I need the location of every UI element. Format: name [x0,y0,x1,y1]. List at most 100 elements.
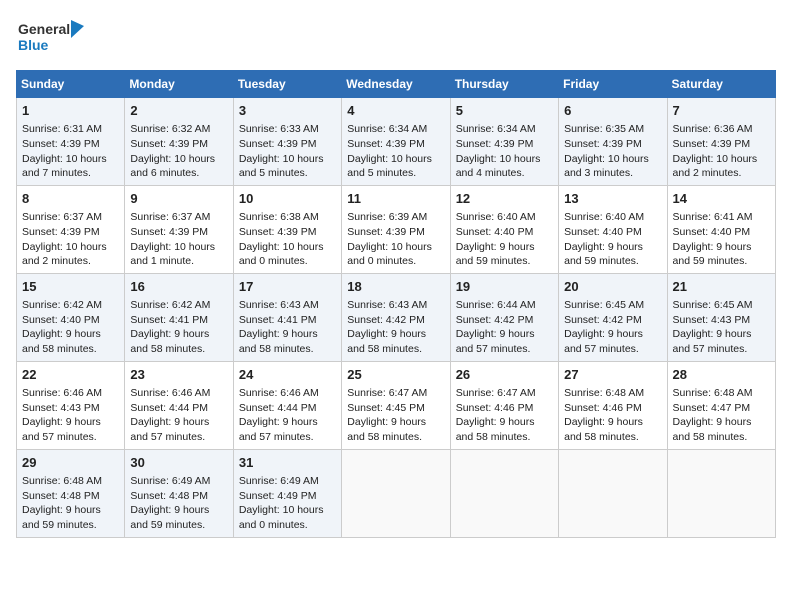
sunset-label: Sunset: 4:41 PM [239,314,317,326]
day-number: 5 [456,102,553,120]
day-number: 29 [22,454,119,472]
daylight-label: Daylight: 9 hours and 59 minutes. [564,241,643,268]
sunset-label: Sunset: 4:44 PM [239,402,317,414]
day-number: 9 [130,190,227,208]
day-number: 15 [22,278,119,296]
sunset-label: Sunset: 4:40 PM [673,226,751,238]
day-of-week-header: Thursday [450,71,558,98]
sunrise-label: Sunrise: 6:43 AM [239,299,319,311]
calendar-cell: 10Sunrise: 6:38 AMSunset: 4:39 PMDayligh… [233,185,341,273]
daylight-label: Daylight: 9 hours and 57 minutes. [239,416,318,443]
sunrise-label: Sunrise: 6:46 AM [239,387,319,399]
sunset-label: Sunset: 4:39 PM [347,226,425,238]
sunrise-label: Sunrise: 6:42 AM [130,299,210,311]
sunset-label: Sunset: 4:39 PM [564,138,642,150]
daylight-label: Daylight: 10 hours and 0 minutes. [239,241,324,268]
sunrise-label: Sunrise: 6:34 AM [347,123,427,135]
calendar-cell: 26Sunrise: 6:47 AMSunset: 4:46 PMDayligh… [450,361,558,449]
calendar-table: SundayMondayTuesdayWednesdayThursdayFrid… [16,70,776,538]
calendar-cell: 11Sunrise: 6:39 AMSunset: 4:39 PMDayligh… [342,185,450,273]
calendar-cell [342,449,450,537]
day-number: 16 [130,278,227,296]
daylight-label: Daylight: 10 hours and 5 minutes. [239,153,324,180]
day-number: 10 [239,190,336,208]
day-number: 7 [673,102,770,120]
calendar-cell: 28Sunrise: 6:48 AMSunset: 4:47 PMDayligh… [667,361,775,449]
day-number: 22 [22,366,119,384]
sunset-label: Sunset: 4:48 PM [22,490,100,502]
sunset-label: Sunset: 4:39 PM [456,138,534,150]
daylight-label: Daylight: 10 hours and 6 minutes. [130,153,215,180]
day-number: 26 [456,366,553,384]
sunrise-label: Sunrise: 6:45 AM [564,299,644,311]
daylight-label: Daylight: 9 hours and 58 minutes. [22,328,101,355]
calendar-cell: 23Sunrise: 6:46 AMSunset: 4:44 PMDayligh… [125,361,233,449]
sunset-label: Sunset: 4:39 PM [22,138,100,150]
sunrise-label: Sunrise: 6:40 AM [564,211,644,223]
daylight-label: Daylight: 10 hours and 4 minutes. [456,153,541,180]
day-number: 27 [564,366,661,384]
calendar-cell: 5 Sunrise: 6:34 AM Sunset: 4:39 PM Daylight… [450,98,558,186]
calendar-cell: 21Sunrise: 6:45 AMSunset: 4:43 PMDayligh… [667,273,775,361]
sunrise-label: Sunrise: 6:40 AM [456,211,536,223]
calendar-cell: 25Sunrise: 6:47 AMSunset: 4:45 PMDayligh… [342,361,450,449]
sunset-label: Sunset: 4:39 PM [347,138,425,150]
day-number: 21 [673,278,770,296]
calendar-cell: 12Sunrise: 6:40 AMSunset: 4:40 PMDayligh… [450,185,558,273]
day-number: 28 [673,366,770,384]
calendar-cell: 27Sunrise: 6:48 AMSunset: 4:46 PMDayligh… [559,361,667,449]
sunrise-label: Sunrise: 6:38 AM [239,211,319,223]
day-number: 24 [239,366,336,384]
daylight-label: Daylight: 10 hours and 0 minutes. [347,241,432,268]
daylight-label: Daylight: 10 hours and 3 minutes. [564,153,649,180]
calendar-cell [667,449,775,537]
daylight-label: Daylight: 9 hours and 57 minutes. [456,328,535,355]
sunset-label: Sunset: 4:49 PM [239,490,317,502]
sunset-label: Sunset: 4:47 PM [673,402,751,414]
sunrise-label: Sunrise: 6:34 AM [456,123,536,135]
calendar-cell: 30Sunrise: 6:49 AMSunset: 4:48 PMDayligh… [125,449,233,537]
day-number: 17 [239,278,336,296]
sunset-label: Sunset: 4:39 PM [239,138,317,150]
calendar-cell: 24 Sunrise: 6:46 AM Sunset: 4:44 PM Dayligh… [233,361,341,449]
sunrise-label: Sunrise: 6:45 AM [673,299,753,311]
day-of-week-header: Monday [125,71,233,98]
sunrise-label: Sunrise: 6:37 AM [130,211,210,223]
sunset-label: Sunset: 4:39 PM [673,138,751,150]
daylight-label: Daylight: 9 hours and 59 minutes. [22,504,101,531]
calendar-cell: 18Sunrise: 6:43 AMSunset: 4:42 PMDayligh… [342,273,450,361]
daylight-label: Daylight: 9 hours and 58 minutes. [564,416,643,443]
sunset-label: Sunset: 4:48 PM [130,490,208,502]
sunrise-label: Sunrise: 6:47 AM [347,387,427,399]
day-number: 18 [347,278,444,296]
sunset-label: Sunset: 4:40 PM [456,226,534,238]
calendar-cell: 1Sunrise: 6:31 AMSunset: 4:39 PMDaylight… [17,98,125,186]
sunrise-label: Sunrise: 6:46 AM [130,387,210,399]
daylight-label: Daylight: 9 hours and 57 minutes. [564,328,643,355]
sunset-label: Sunset: 4:42 PM [456,314,534,326]
day-of-week-header: Wednesday [342,71,450,98]
sunrise-label: Sunrise: 6:47 AM [456,387,536,399]
sunset-label: Sunset: 4:43 PM [22,402,100,414]
sunrise-label: Sunrise: 6:44 AM [456,299,536,311]
day-number: 4 [347,102,444,120]
day-number: 8 [22,190,119,208]
sunrise-label: Sunrise: 6:41 AM [673,211,753,223]
sunrise-label: Sunrise: 6:48 AM [22,475,102,487]
calendar-cell: 20Sunrise: 6:45 AMSunset: 4:42 PMDayligh… [559,273,667,361]
sunrise-label: Sunrise: 6:42 AM [22,299,102,311]
day-number: 3 [239,102,336,120]
sunrise-label: Sunrise: 6:49 AM [130,475,210,487]
svg-text:General: General [18,21,70,37]
calendar-cell: 9Sunrise: 6:37 AMSunset: 4:39 PMDaylight… [125,185,233,273]
sunrise-label: Sunrise: 6:32 AM [130,123,210,135]
sunrise-label: Sunrise: 6:48 AM [673,387,753,399]
daylight-label: Daylight: 10 hours and 2 minutes. [673,153,758,180]
daylight-label: Daylight: 10 hours and 7 minutes. [22,153,107,180]
daylight-label: Daylight: 10 hours and 5 minutes. [347,153,432,180]
svg-text:Blue: Blue [18,37,49,53]
sunset-label: Sunset: 4:45 PM [347,402,425,414]
daylight-label: Daylight: 10 hours and 1 minute. [130,241,215,268]
calendar-cell: 4 Sunrise: 6:34 AM Sunset: 4:39 PM Daylight… [342,98,450,186]
calendar-cell: 14Sunrise: 6:41 AMSunset: 4:40 PMDayligh… [667,185,775,273]
